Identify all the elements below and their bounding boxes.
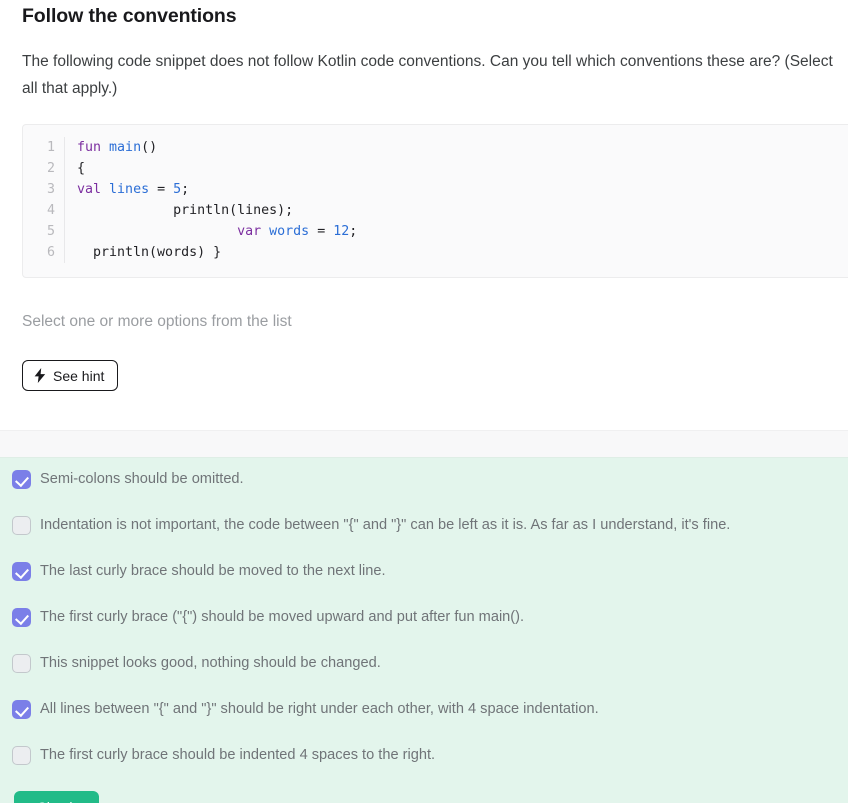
check-button[interactable]: Check <box>14 791 99 803</box>
code-line: { <box>77 158 848 179</box>
option-checkbox-checked[interactable] <box>12 608 31 627</box>
code-line-number: 3 <box>46 182 55 197</box>
code-token-keyword: val <box>77 182 102 197</box>
code-token-keyword: var <box>237 224 262 239</box>
select-prompt: Select one or more options from the list <box>22 313 292 330</box>
option-checkbox-unchecked[interactable] <box>12 746 31 765</box>
code-line: fun main() <box>77 137 848 158</box>
option-label: The first curly brace should be indented… <box>40 747 436 763</box>
page-title: Follow the conventions <box>22 5 237 27</box>
see-hint-label: See hint <box>53 368 105 384</box>
option-row[interactable]: All lines between "{" and "}" should be … <box>0 688 848 734</box>
option-label: The last curly brace should be moved to … <box>40 563 386 579</box>
code-token-function: main <box>109 140 142 155</box>
task-description-line-2: all that apply.) <box>22 80 118 97</box>
code-line: println(words) } <box>77 242 848 263</box>
option-row[interactable]: This snippet looks good, nothing should … <box>0 642 848 688</box>
code-token-plain: = <box>309 224 334 239</box>
code-token-number: 5 <box>173 182 182 197</box>
code-line-number: 5 <box>46 224 55 239</box>
code-line-number: 4 <box>46 203 55 218</box>
code-token-plain: () <box>141 140 158 155</box>
pane-separator <box>0 430 848 458</box>
option-checkbox-checked[interactable] <box>12 562 31 581</box>
code-line-number: 6 <box>46 245 55 260</box>
code-line-number: 1 <box>46 140 55 155</box>
code-line: var words = 12; <box>77 221 848 242</box>
see-hint-button[interactable]: See hint <box>22 360 119 391</box>
exercise-screen: Follow the conventions The following cod… <box>0 0 848 803</box>
answers-pane: Semi-colons should be omitted. Indentatio… <box>0 458 848 803</box>
option-checkbox-checked[interactable] <box>12 700 31 719</box>
option-row[interactable]: The last curly brace should be moved to … <box>0 550 848 596</box>
option-label: Indentation is not important, the code b… <box>40 517 731 533</box>
option-row[interactable]: The first curly brace should be indented… <box>0 734 848 780</box>
option-row[interactable]: Indentation is not important, the code b… <box>0 504 848 550</box>
code-snippet-block: 123456 fun main(){val lines = 5; println… <box>22 124 848 278</box>
code-line-number: 2 <box>46 161 55 176</box>
options-list: Semi-colons should be omitted. Indentatio… <box>0 458 848 780</box>
code-token-plain: ; <box>181 182 190 197</box>
option-label: The first curly brace ("{") should be mo… <box>40 609 525 625</box>
code-token-keyword: fun <box>77 140 102 155</box>
code-line: println(lines); <box>77 200 848 221</box>
option-checkbox-unchecked[interactable] <box>12 654 31 673</box>
code-token-plain: println(lines); <box>77 203 294 218</box>
code-token-plain: { <box>77 161 86 176</box>
task-description-line-1: The following code snippet does not foll… <box>22 53 833 70</box>
code-token-identifier: words <box>269 224 310 239</box>
option-label: This snippet looks good, nothing should … <box>40 655 381 671</box>
task-description: The following code snippet does not foll… <box>22 48 848 102</box>
option-label: Semi-colons should be omitted. <box>40 471 244 487</box>
code-token-number: 12 <box>333 224 350 239</box>
task-pane: Follow the conventions The following cod… <box>0 0 848 430</box>
code-token-plain: ; <box>349 224 358 239</box>
code-token-plain: = <box>149 182 174 197</box>
lightning-bolt-icon <box>34 368 46 383</box>
code-line-number-gutter: 1 2 3 4 5 6 <box>23 137 65 263</box>
code-token-plain: println(words) } <box>77 245 222 260</box>
code-token-identifier: lines <box>109 182 150 197</box>
option-row[interactable]: The first curly brace ("{") should be mo… <box>0 596 848 642</box>
option-checkbox-checked[interactable] <box>12 470 31 489</box>
code-line: val lines = 5; <box>77 179 848 200</box>
code-content: fun main() { val lines = 5; println(lines)… <box>65 137 848 263</box>
option-checkbox-unchecked[interactable] <box>12 516 31 535</box>
option-row[interactable]: Semi-colons should be omitted. <box>0 458 848 504</box>
option-label: All lines between "{" and "}" should be … <box>40 701 599 717</box>
